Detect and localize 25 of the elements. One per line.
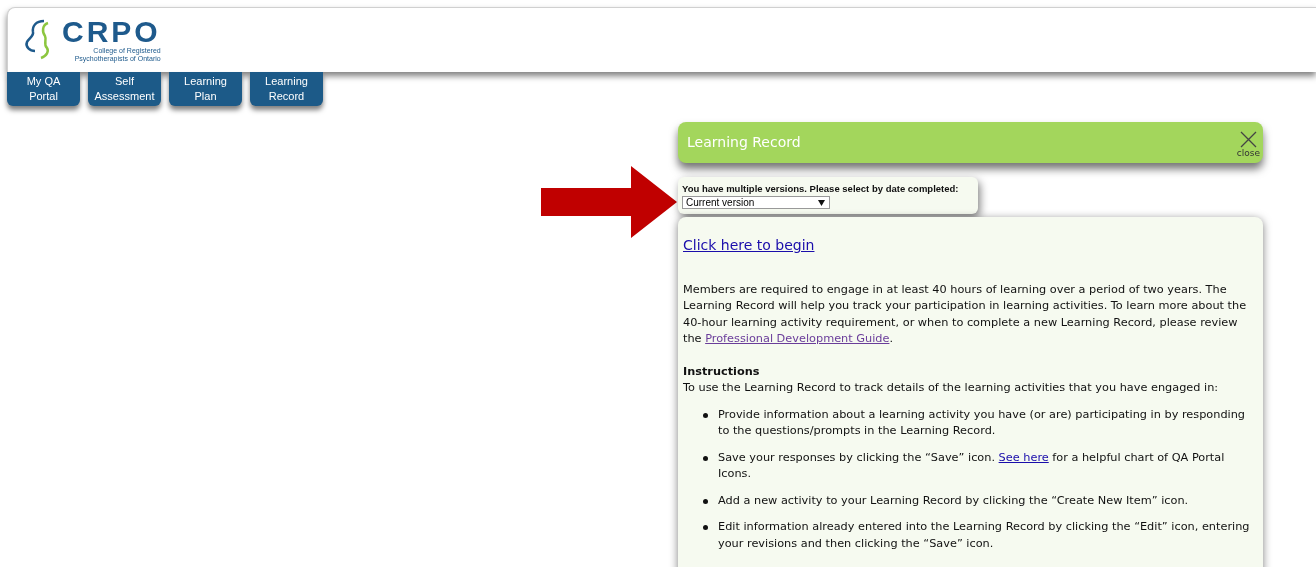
bullet-icon <box>703 455 708 461</box>
logo-wordmark: CRPO <box>62 17 161 47</box>
bullet-icon <box>703 412 708 418</box>
dialog-title: Learning Record <box>687 133 801 152</box>
instructions-lead: To use the Learning Record to track details of the learning activities that you have engaged in: <box>683 380 1220 396</box>
instruction-item: Edit information already entered into the Learning Record by clicking the “Edit” icon, entering your revisions and then clicking the “Save” icon. <box>718 519 1251 552</box>
instruction-item: Save your responses by clicking the “Save” icon. See here for a helpful chart of QA Portal Icons. <box>718 449 1226 482</box>
bullet-icon <box>703 525 708 530</box>
instruction-item: Add a new activity to your Learning Record by clicking the “Create New Item” icon. <box>718 492 1189 509</box>
instruction-item: Provide information about a learning activity you have (or are) participating in by responding to the questions/prompts in the Learning Record. <box>718 406 1247 439</box>
pointer-arrow-icon <box>541 166 677 238</box>
begin-link[interactable]: Click here to begin <box>683 237 815 253</box>
version-dropdown[interactable]: Current version <box>682 196 830 209</box>
dropdown-caret-icon <box>818 199 825 206</box>
intro-paragraph: Members are required to engage in at least 40 hours of learning over a period of two years. The Learning Record will help you track your participation in learning activities. To learn more about the 40-hour learning activity requirement, or when to complete a new Learning Record, please review the Professional Development Guide. <box>683 281 1248 347</box>
nav-tab[interactable]: Learning Record <box>250 72 323 106</box>
version-label: You have multiple versions. Please select by date completed: <box>682 182 959 195</box>
bullet-icon <box>703 498 708 504</box>
nav-tab[interactable]: Learning Plan <box>169 72 242 106</box>
text-link[interactable]: See here <box>998 450 1049 464</box>
close-button[interactable]: close <box>1236 127 1260 158</box>
nav-tab[interactable]: My QA Portal <box>7 72 80 106</box>
close-icon <box>1239 131 1257 148</box>
instructions-heading: Instructions <box>683 363 761 380</box>
nav-tab[interactable]: Self Assessment <box>88 72 161 106</box>
